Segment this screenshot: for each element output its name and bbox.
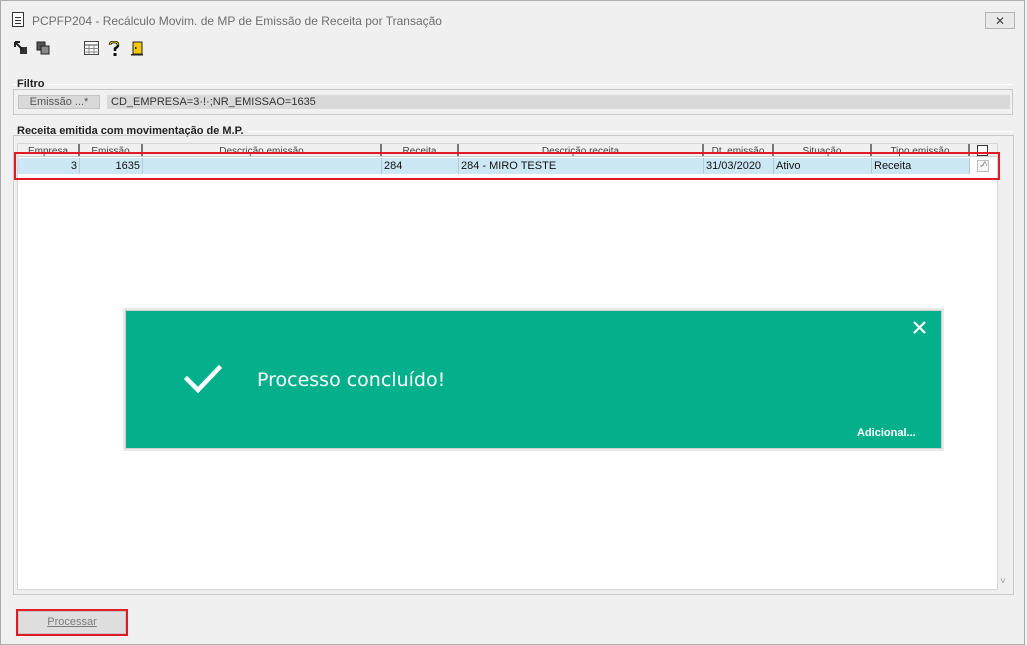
- main-window: PCPFP204 - Recálculo Movim. de MP de Emi…: [0, 0, 1025, 645]
- exit-door-icon[interactable]: [129, 40, 145, 56]
- filter-value-field: CD_EMPRESA=3·!·;NR_EMISSAO=1635: [107, 95, 1010, 109]
- scroll-down-arrow-icon[interactable]: ˅: [1000, 576, 1006, 587]
- filter-group-border: [13, 84, 1013, 85]
- arrow-in-icon[interactable]: [13, 40, 29, 56]
- window-title: PCPFP204 - Recálculo Movim. de MP de Emi…: [32, 14, 442, 28]
- close-window-button[interactable]: ✕: [985, 12, 1015, 29]
- emissao-filter-button[interactable]: Emissão ...*: [18, 95, 100, 109]
- help-icon[interactable]: [106, 40, 122, 56]
- checkmark-icon: [183, 364, 223, 397]
- copy-icon[interactable]: [35, 40, 51, 56]
- toast-message: Processo concluído!: [257, 369, 446, 391]
- row-highlight-box: [14, 152, 1000, 180]
- calculator-icon[interactable]: [83, 40, 99, 56]
- document-icon: [12, 12, 24, 27]
- toolbar: [11, 40, 311, 58]
- toast-details-link[interactable]: Adicional...: [857, 427, 916, 439]
- title-bar: PCPFP204 - Recálculo Movim. de MP de Emi…: [1, 1, 1024, 32]
- toast-close-icon[interactable]: [912, 320, 927, 338]
- success-toast: Processo concluído! Adicional...: [125, 310, 942, 449]
- process-highlight-box: [16, 609, 128, 636]
